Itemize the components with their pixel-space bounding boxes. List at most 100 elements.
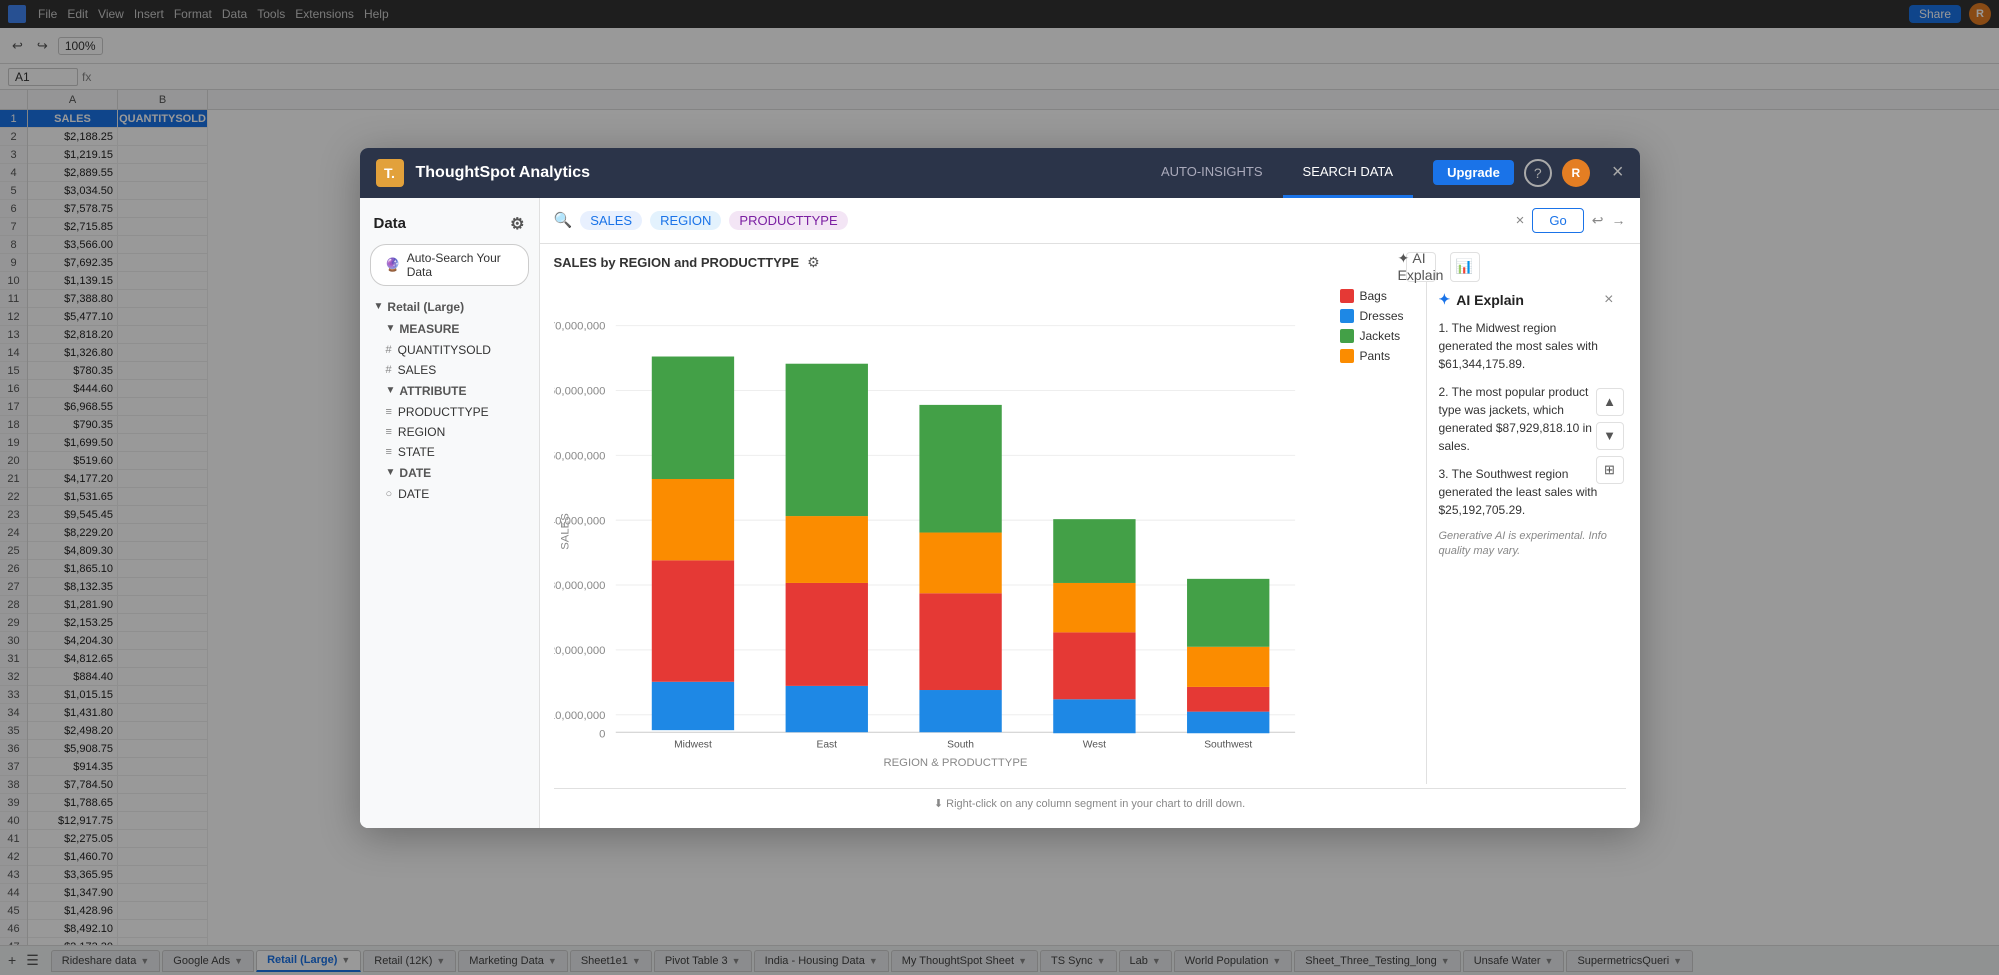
svg-text:East: East bbox=[816, 739, 837, 750]
ai-explain-title-text: AI Explain bbox=[1456, 292, 1524, 308]
auto-search-button[interactable]: 🔮 Auto-Search Your Data bbox=[370, 244, 529, 286]
sidebar-title: Data ⚙ bbox=[360, 208, 539, 240]
search-tag-region[interactable]: REGION bbox=[650, 211, 721, 230]
abc-icon-region: ≡ bbox=[386, 426, 392, 438]
attribute-chevron-icon: ▼ bbox=[386, 385, 396, 396]
sidebar-producttype-label: PRODUCTTYPE bbox=[398, 405, 489, 419]
bar-midwest[interactable]: Midwest bbox=[651, 356, 733, 750]
chart-type-icon[interactable]: 📊 bbox=[1450, 252, 1480, 282]
sidebar-measure-label: MEASURE bbox=[399, 322, 459, 336]
table-view-button[interactable]: ⊞ bbox=[1596, 456, 1624, 484]
sidebar-item-producttype[interactable]: ≡ PRODUCTTYPE bbox=[360, 402, 539, 422]
ai-explain-toggle-button[interactable]: ✦ AI Explain bbox=[1406, 252, 1436, 282]
search-bar: 🔍 SALES REGION PRODUCTTYPE × Go ↩ → bbox=[540, 198, 1640, 244]
chart-legend: Bags Dresses Jackets bbox=[1326, 279, 1426, 784]
sidebar-date-header[interactable]: ▼ DATE bbox=[360, 462, 539, 484]
sidebar-measure-header[interactable]: ▼ MEASURE bbox=[360, 318, 539, 340]
modal-overlay: T. ThoughtSpot Analytics AUTO-INSIGHTS S… bbox=[0, 0, 1999, 975]
modal-main: 🔍 SALES REGION PRODUCTTYPE × Go ↩ → bbox=[540, 198, 1640, 828]
legend-swatch-pants bbox=[1340, 349, 1354, 363]
bar-south[interactable]: South bbox=[919, 404, 1001, 750]
sidebar-retail-label: Retail (Large) bbox=[387, 300, 464, 314]
ai-insight-1: 1. The Midwest region generated the most… bbox=[1439, 319, 1614, 373]
auto-search-icon: 🔮 bbox=[385, 257, 401, 273]
sidebar-state-label: STATE bbox=[398, 445, 435, 459]
modal-header: T. ThoughtSpot Analytics AUTO-INSIGHTS S… bbox=[360, 148, 1640, 198]
hash-icon-quantitysold: # bbox=[386, 344, 392, 356]
tab-auto-insights[interactable]: AUTO-INSIGHTS bbox=[1141, 148, 1283, 198]
bar-southwest[interactable]: Southwest bbox=[1187, 578, 1269, 750]
search-back-button[interactable]: ↩ bbox=[1592, 212, 1604, 229]
svg-text:70,000,000: 70,000,000 bbox=[554, 320, 605, 332]
help-icon[interactable]: ? bbox=[1524, 159, 1552, 187]
ai-star-icon: ✦ bbox=[1439, 291, 1451, 308]
chart-legend-ai-row: 70,000,000 60,000,000 50,000,000 40,000,… bbox=[554, 279, 1626, 784]
sidebar-item-region[interactable]: ≡ REGION bbox=[360, 422, 539, 442]
cal-icon-date: ○ bbox=[386, 488, 393, 500]
drill-tip-text: Right-click on any column segment in you… bbox=[946, 798, 1245, 810]
sidebar-title-text: Data bbox=[374, 215, 407, 232]
scroll-down-button[interactable]: ▼ bbox=[1596, 422, 1624, 450]
sidebar-sales-label: SALES bbox=[398, 363, 437, 377]
svg-text:20,000,000: 20,000,000 bbox=[554, 644, 605, 656]
svg-text:REGION & PRODUCTTYPE: REGION & PRODUCTTYPE bbox=[883, 757, 1027, 769]
chart-type-button[interactable]: 📊 bbox=[1450, 252, 1480, 282]
modal-close-button[interactable]: × bbox=[1612, 161, 1624, 184]
auto-search-label: Auto-Search Your Data bbox=[407, 251, 514, 279]
sidebar-region-label: REGION bbox=[398, 425, 445, 439]
svg-text:West: West bbox=[1082, 739, 1105, 750]
modal-title: ThoughtSpot Analytics bbox=[416, 164, 1141, 182]
drill-tip: ⬇ Right-click on any column segment in y… bbox=[554, 788, 1626, 818]
svg-text:0: 0 bbox=[599, 728, 605, 740]
upgrade-button[interactable]: Upgrade bbox=[1433, 160, 1514, 185]
sidebar-item-sales[interactable]: # SALES bbox=[360, 360, 539, 380]
sidebar-section-retail-header[interactable]: ▼ Retail (Large) bbox=[360, 296, 539, 318]
legend-label-jackets: Jackets bbox=[1360, 329, 1401, 343]
svg-text:SALES: SALES bbox=[559, 512, 571, 549]
sidebar-item-quantitysold[interactable]: # QUANTITYSOLD bbox=[360, 340, 539, 360]
bar-chart-svg: 70,000,000 60,000,000 50,000,000 40,000,… bbox=[554, 279, 1326, 784]
chevron-down-icon: ▼ bbox=[374, 301, 384, 312]
svg-text:60,000,000: 60,000,000 bbox=[554, 385, 605, 397]
search-icon: 🔍 bbox=[554, 211, 573, 229]
modal-header-right: Upgrade ? R × bbox=[1433, 159, 1623, 187]
svg-text:50,000,000: 50,000,000 bbox=[554, 450, 605, 462]
side-nav-arrows: ▲ ▼ ⊞ bbox=[1596, 388, 1624, 484]
legend-swatch-dresses bbox=[1340, 309, 1354, 323]
search-clear-button[interactable]: × bbox=[1516, 212, 1525, 229]
modal-user-avatar: R bbox=[1562, 159, 1590, 187]
modal-body: Data ⚙ 🔮 Auto-Search Your Data ▼ Retail … bbox=[360, 198, 1640, 828]
chart-section: SALES by REGION and PRODUCTTYPE ⚙ 70,000… bbox=[540, 244, 1640, 828]
sidebar-attribute-header[interactable]: ▼ ATTRIBUTE bbox=[360, 380, 539, 402]
bar-chart-container: 70,000,000 60,000,000 50,000,000 40,000,… bbox=[554, 279, 1326, 784]
modal-header-tabs: AUTO-INSIGHTS SEARCH DATA bbox=[1141, 148, 1413, 198]
ai-explain-close-button[interactable]: × bbox=[1604, 291, 1613, 309]
sidebar-item-date[interactable]: ○ DATE bbox=[360, 484, 539, 504]
legend-label-dresses: Dresses bbox=[1360, 309, 1404, 323]
legend-label-pants: Pants bbox=[1360, 349, 1391, 363]
search-tag-sales[interactable]: SALES bbox=[580, 211, 642, 230]
tab-search-data[interactable]: SEARCH DATA bbox=[1283, 148, 1414, 198]
search-forward-button[interactable]: → bbox=[1612, 212, 1626, 228]
sidebar-attribute-label: ATTRIBUTE bbox=[399, 384, 466, 398]
ai-explain-header: ✦ AI Explain × bbox=[1439, 291, 1614, 309]
ai-disclaimer: Generative AI is experimental. Info qual… bbox=[1439, 529, 1614, 560]
scroll-up-button[interactable]: ▲ bbox=[1596, 388, 1624, 416]
legend-swatch-jackets bbox=[1340, 329, 1354, 343]
svg-text:30,000,000: 30,000,000 bbox=[554, 580, 605, 592]
legend-label-bags: Bags bbox=[1360, 289, 1387, 303]
ai-explain-title: ✦ AI Explain bbox=[1439, 291, 1524, 308]
bar-east[interactable]: East bbox=[785, 363, 867, 750]
sidebar-settings-icon[interactable]: ⚙ bbox=[510, 214, 524, 234]
search-tag-producttype[interactable]: PRODUCTTYPE bbox=[729, 211, 847, 230]
svg-text:10,000,000: 10,000,000 bbox=[554, 709, 605, 721]
sidebar-section-retail-large: ▼ Retail (Large) ▼ MEASURE # QUANTITYSOL… bbox=[360, 296, 539, 504]
legend-dresses: Dresses bbox=[1340, 309, 1412, 323]
chart-config-icon[interactable]: ⚙ bbox=[807, 254, 820, 271]
svg-text:Midwest: Midwest bbox=[674, 739, 712, 750]
sidebar-date-label: DATE bbox=[399, 466, 431, 480]
abc-icon-producttype: ≡ bbox=[386, 406, 392, 418]
sidebar-item-state[interactable]: ≡ STATE bbox=[360, 442, 539, 462]
bar-west[interactable]: West bbox=[1053, 519, 1135, 751]
search-go-button[interactable]: Go bbox=[1532, 208, 1583, 233]
